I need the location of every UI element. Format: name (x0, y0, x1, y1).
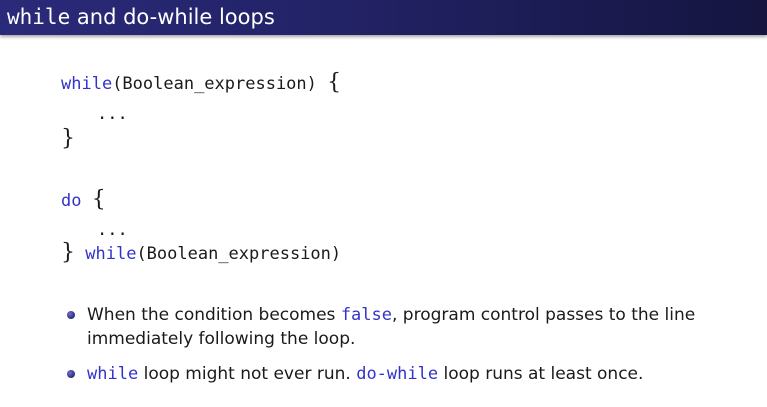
bullet-1-text-pre: When the condition becomes (87, 305, 341, 325)
slide-title-bar: while and do-while loops (0, 0, 767, 35)
slide-title: while and do-while loops (7, 3, 275, 31)
bullet-2-text-post: loop runs at least once. (438, 364, 644, 384)
while-loop-close: } (61, 128, 75, 151)
do-keyword: do (61, 191, 82, 211)
do-while-trailing-args: (Boolean_expression) (136, 244, 342, 264)
bullet-list: When the condition becomes false, progra… (67, 303, 757, 397)
while-keyword: while (61, 74, 113, 94)
while-loop-line-1: while(Boolean_expression) { (61, 72, 341, 95)
while-args: (Boolean_expression) (112, 74, 328, 94)
slide-title-code: while (7, 5, 71, 29)
while-close-brace: } (61, 126, 75, 151)
bullet-2-code-while: while (87, 364, 139, 384)
do-close-brace: } (61, 240, 75, 265)
while-open-brace: { (327, 70, 342, 95)
do-while-close-line: } while(Boolean_expression) (61, 242, 341, 265)
bullet-item-condition: When the condition becomes false, progra… (67, 303, 757, 351)
do-while-trailing-keyword: while (85, 244, 137, 264)
bullet-2-code-do-while: do-while (356, 364, 439, 384)
bullet-dot-icon (67, 370, 75, 378)
do-while-line-1: do { (61, 189, 106, 212)
do-while-body: ... (97, 220, 128, 240)
while-loop-body: ... (97, 104, 128, 124)
bullet-2-text-mid: loop might not ever run. (138, 364, 357, 384)
bullet-dot-icon (67, 311, 75, 319)
slide-title-rest: and do-while loops (70, 5, 275, 29)
bullet-1-code-false: false (340, 305, 392, 325)
do-open-brace: { (91, 187, 106, 212)
bullet-item-run-count: while loop might not ever run. do-while … (67, 362, 757, 386)
